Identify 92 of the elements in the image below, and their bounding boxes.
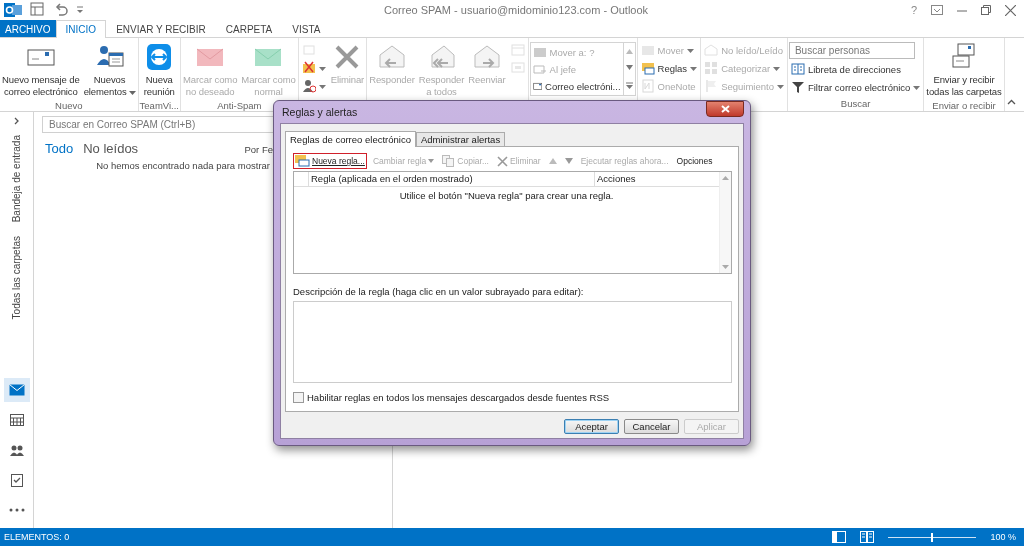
ribbon-group-label: Enviar o recibir (932, 99, 996, 113)
column-header[interactable]: Acciones (595, 172, 719, 186)
ribbon-small-button[interactable]: Libreta de direcciones (788, 61, 923, 77)
zoom-slider-thumb[interactable] (931, 532, 934, 542)
mail-icon (8, 384, 25, 396)
ribbon-tab[interactable]: CARPETA (215, 20, 283, 37)
up-arrow-icon (548, 158, 557, 164)
toolbar-button[interactable]: Opciones (674, 153, 715, 169)
more-icon (8, 508, 25, 512)
folder-icon (640, 43, 655, 57)
filter-tab[interactable]: Todo (45, 141, 74, 156)
undo-icon[interactable] (54, 3, 68, 17)
window-layout-icon[interactable] (30, 2, 46, 18)
tasks-icon (10, 473, 23, 487)
ribbon-tab[interactable]: VISTA (282, 20, 331, 37)
dialog-tab[interactable]: Administrar alertas (415, 132, 506, 146)
close-button[interactable] (706, 101, 744, 117)
empty-table-message: Utilice el botón "Nueva regla" para crear una regla. (398, 190, 615, 201)
close-icon (720, 105, 730, 113)
description-label: Descripción de la regla (haga clic en un valor subrayado para editar): (293, 286, 585, 297)
ribbon-small-button[interactable]: Reglas (638, 60, 700, 76)
ribbon-tab[interactable]: ARCHIVO (0, 20, 56, 37)
nav-module-button[interactable] (3, 378, 30, 402)
address-book-icon (790, 62, 805, 76)
ribbon-button[interactable]: Nuevo mensaje de correo electrónico (1, 40, 81, 99)
ribbon-group-label: TeamVi... (139, 99, 179, 113)
new-rule-icon (295, 155, 310, 167)
caret-icon (428, 159, 435, 163)
rules-icon (640, 61, 655, 75)
caret-icon (128, 89, 136, 95)
calendar-icon (510, 43, 525, 57)
window-title: Correo SPAM - usuario@midominio123.com - Outlook (383, 4, 650, 16)
grid-icon (704, 61, 719, 75)
item-count: ELEMENTOS: 0 (4, 532, 70, 542)
ribbon-tab[interactable]: ENVIAR Y RECIBIR (106, 20, 216, 37)
folder-icon (532, 45, 547, 59)
delete-icon (496, 155, 508, 167)
zoom-level[interactable]: 100 % (990, 532, 1016, 542)
folder-label[interactable]: Bandeja de entrada (11, 135, 22, 223)
dialog-button[interactable]: Cancelar (624, 419, 679, 434)
ribbon-tab[interactable]: INICIO (55, 20, 107, 38)
toolbar-button[interactable]: Nueva regla... (293, 153, 367, 169)
down-arrow-icon (564, 158, 573, 164)
dialog-button[interactable]: Aceptar (564, 419, 619, 434)
people-icon (8, 444, 25, 456)
quick-step-item[interactable]: Correo electróni... (532, 78, 621, 94)
expand-chevron-icon[interactable] (13, 117, 20, 125)
filter-icon (790, 80, 805, 94)
envelope-icon (301, 43, 316, 57)
collapse-ribbon-icon[interactable] (1007, 99, 1016, 105)
normal-view-icon[interactable] (832, 531, 847, 543)
customize-caret-icon[interactable] (76, 5, 84, 15)
filter-tab[interactable]: No leídos (83, 141, 139, 156)
ribbon-group-label: Nuevo (55, 99, 83, 113)
caret-icon (913, 84, 921, 90)
outlook-logo-icon[interactable] (4, 2, 22, 18)
empty-message: No hemos encontrado nada para mostrar (95, 160, 270, 171)
ribbon-button[interactable]: Nuevos elementos (82, 40, 137, 99)
ribbon-button[interactable]: Nueva reunión (142, 40, 177, 99)
notebook-icon (640, 79, 655, 93)
checkbox[interactable] (293, 392, 304, 403)
folder-icon (301, 61, 316, 75)
caret-icon (686, 47, 694, 53)
help-button[interactable]: ? (910, 4, 917, 16)
reading-view-icon[interactable] (860, 531, 875, 543)
caret-icon (318, 83, 326, 89)
restore-icon[interactable] (981, 5, 991, 15)
caret-icon (776, 83, 784, 89)
caret-icon (690, 65, 698, 71)
chat-icon (510, 61, 525, 75)
caret-icon (773, 65, 781, 71)
ribbon-small-button[interactable]: Filtrar correo electrónico (788, 79, 923, 95)
envelope-icon (704, 43, 719, 57)
ribbon-button[interactable]: Enviar y recibir todas las carpetas (925, 40, 1003, 99)
envelope-icon (532, 62, 547, 76)
search-people-field[interactable]: Buscar personas (788, 42, 915, 59)
close-icon[interactable] (1005, 4, 1016, 16)
copy-icon (442, 155, 456, 167)
dialog-tab[interactable]: Reglas de correo electrónico (285, 131, 416, 147)
caret-icon (318, 65, 326, 71)
person-icon (301, 79, 316, 93)
dialog-title: Reglas y alertas (281, 106, 358, 118)
ribbon-display-icon[interactable] (931, 5, 943, 15)
column-header[interactable]: Regla (aplicada en el orden mostrado) (309, 172, 595, 186)
checkbox-label[interactable]: Habilitar reglas en todos los mensajes descargados desde fuentes RSS (307, 392, 610, 403)
ribbon-group-label: Anti-Spam (217, 99, 262, 113)
expand-gallery-icon[interactable] (625, 82, 633, 90)
scroll-down-icon[interactable] (625, 65, 633, 71)
calendar-icon (9, 414, 24, 426)
ribbon-group-label: Buscar (840, 97, 871, 111)
folder-label[interactable]: Todas las carpetas (11, 236, 22, 320)
sort-label[interactable]: Por Fe (244, 144, 273, 155)
